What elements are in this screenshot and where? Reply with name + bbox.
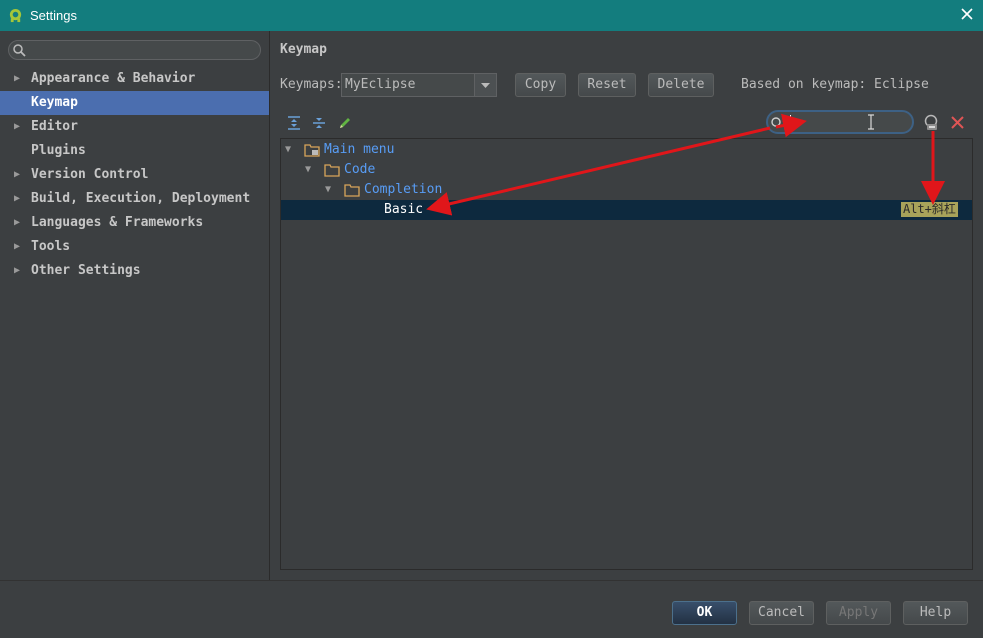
tree-node-label: Basic: [384, 202, 424, 217]
search-icon: [771, 117, 788, 127]
title-bar: Settings: [0, 0, 983, 31]
copy-button[interactable]: Copy: [515, 73, 566, 97]
apply-button[interactable]: Apply: [826, 601, 891, 625]
sidebar-item-label: Languages & Frameworks: [31, 215, 204, 230]
expand-arrow-icon[interactable]: ▶: [14, 211, 20, 235]
shortcut-badge: Alt+斜杠: [901, 202, 958, 217]
tree-node-main-menu[interactable]: ▼ Main menu: [281, 140, 972, 160]
sidebar-item-label: Version Control: [31, 167, 149, 182]
sidebar-item-label: Plugins: [31, 143, 86, 158]
expand-arrow-icon[interactable]: ▶: [14, 235, 20, 259]
cancel-button[interactable]: Cancel: [749, 601, 814, 625]
keymaps-label: Keymaps:: [280, 77, 343, 92]
based-on-keymap-text: Based on keymap: Eclipse: [741, 77, 929, 92]
shortcut-filter-input[interactable]: [766, 110, 914, 134]
dropdown-button[interactable]: [474, 74, 496, 96]
sidebar-item-build-execution-deployment[interactable]: ▶ Build, Execution, Deployment: [0, 187, 269, 211]
sidebar-item-plugins[interactable]: Plugins: [0, 139, 269, 163]
help-button[interactable]: Help: [903, 601, 968, 625]
ok-button[interactable]: OK: [672, 601, 737, 625]
text-cursor: [790, 115, 791, 129]
text-cursor-icon: [868, 114, 874, 130]
sidebar-item-version-control[interactable]: ▶ Version Control: [0, 163, 269, 187]
expand-arrow-icon[interactable]: ▶: [14, 67, 20, 91]
find-by-shortcut-icon[interactable]: [923, 114, 941, 132]
expand-arrow-icon[interactable]: ▶: [14, 115, 20, 139]
sidebar-item-label: Appearance & Behavior: [31, 71, 196, 86]
tree-node-label: Code: [344, 162, 376, 177]
expand-arrow-icon[interactable]: ▼: [285, 140, 291, 160]
keymap-select-value: MyEclipse: [345, 77, 416, 92]
keymap-select[interactable]: MyEclipse: [341, 73, 497, 97]
keymap-tree: ▼ Main menu ▼ Code ▼ Completion Basic Al…: [280, 138, 973, 570]
tree-node-label: Completion: [364, 182, 443, 197]
expand-arrow-icon[interactable]: ▼: [325, 180, 331, 200]
chevron-down-icon: [481, 83, 490, 88]
menu-folder-icon: [304, 144, 320, 157]
expand-all-icon[interactable]: [286, 115, 302, 131]
sidebar-item-label: Build, Execution, Deployment: [31, 191, 251, 206]
sidebar-item-editor[interactable]: ▶ Editor: [0, 115, 269, 139]
window-title: Settings: [30, 8, 77, 23]
expand-arrow-icon[interactable]: ▶: [14, 163, 20, 187]
clear-filter-icon[interactable]: [950, 115, 965, 130]
tree-node-completion[interactable]: ▼ Completion: [281, 180, 972, 200]
sidebar-item-other-settings[interactable]: ▶ Other Settings: [0, 259, 269, 283]
expand-arrow-icon[interactable]: ▼: [305, 160, 311, 180]
search-icon: [13, 44, 26, 57]
sidebar-item-label: Other Settings: [31, 263, 141, 278]
close-icon[interactable]: [960, 7, 974, 21]
folder-icon: [324, 164, 340, 177]
sidebar-item-tools[interactable]: ▶ Tools: [0, 235, 269, 259]
sidebar-item-label: Editor: [31, 119, 78, 134]
sidebar-item-keymap[interactable]: Keymap: [0, 91, 269, 115]
sidebar-item-label: Keymap: [31, 95, 78, 110]
tree-node-label: Main menu: [324, 142, 395, 157]
tree-node-code[interactable]: ▼ Code: [281, 160, 972, 180]
sidebar-item-languages-frameworks[interactable]: ▶ Languages & Frameworks: [0, 211, 269, 235]
tree-node-basic[interactable]: Basic Alt+斜杠: [281, 200, 972, 220]
collapse-all-icon[interactable]: [311, 115, 327, 131]
sidebar-item-appearance-behavior[interactable]: ▶ Appearance & Behavior: [0, 67, 269, 91]
expand-arrow-icon[interactable]: ▶: [14, 187, 20, 211]
settings-sidebar: ▶ Appearance & Behavior Keymap ▶ Editor …: [0, 31, 270, 580]
folder-icon: [344, 184, 360, 197]
reset-button[interactable]: Reset: [578, 73, 636, 97]
delete-button[interactable]: Delete: [648, 73, 714, 97]
sidebar-item-label: Tools: [31, 239, 71, 254]
expand-arrow-icon[interactable]: ▶: [14, 259, 20, 283]
settings-search-input[interactable]: [8, 40, 261, 60]
android-icon: [9, 8, 22, 23]
page-title: Keymap: [280, 42, 327, 57]
edit-shortcut-icon[interactable]: [337, 115, 353, 131]
